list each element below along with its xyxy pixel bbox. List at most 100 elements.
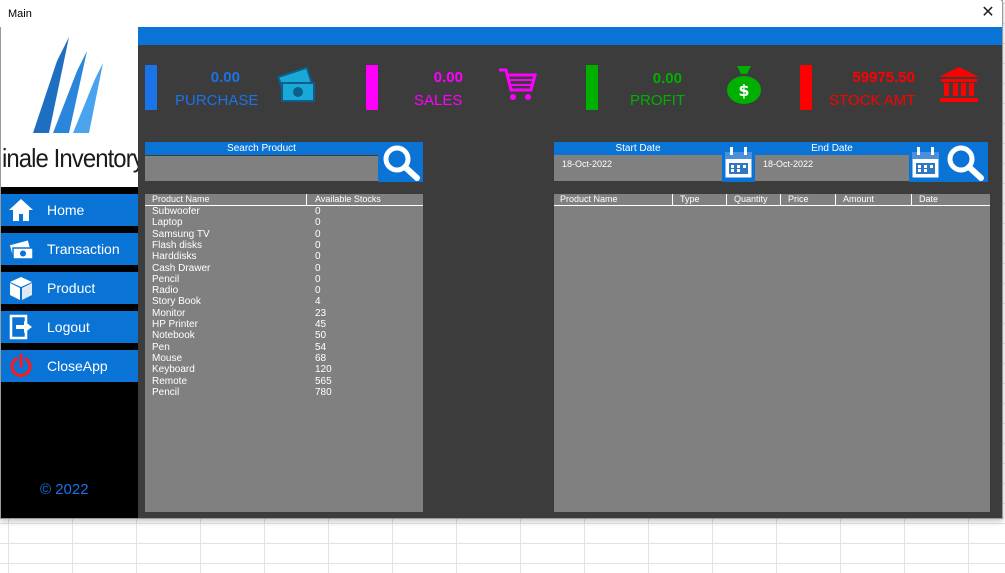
box-icon bbox=[10, 277, 32, 300]
column-header-product-name[interactable]: Product Name bbox=[152, 194, 210, 205]
table-row[interactable]: HP Printer 45 bbox=[145, 319, 423, 330]
stock-color-bar bbox=[800, 65, 812, 110]
available-stock-cell: 23 bbox=[315, 307, 327, 319]
sales-value: 0.00 bbox=[433, 69, 463, 86]
product-name-cell: Monitor bbox=[152, 307, 186, 319]
stock-amount-label: STOCK AMT bbox=[829, 92, 916, 109]
column-separator[interactable] bbox=[726, 194, 727, 205]
sidebar-item-home[interactable]: Home bbox=[1, 194, 138, 226]
stock-amount-value: 59975.50 bbox=[852, 69, 915, 86]
available-stock-cell: 780 bbox=[315, 386, 332, 398]
table-row[interactable]: Subwoofer 0 bbox=[145, 206, 423, 217]
date-search-button[interactable] bbox=[942, 142, 988, 182]
table-row[interactable]: Harddisks 0 bbox=[145, 251, 423, 262]
end-date-field[interactable]: 18-Oct-2022 bbox=[755, 155, 909, 181]
title-bar: Main ✕ bbox=[0, 0, 1001, 27]
available-stock-cell: 120 bbox=[315, 364, 332, 376]
available-stock-cell: 0 bbox=[315, 206, 321, 217]
column-separator[interactable] bbox=[780, 194, 781, 205]
logo-stripes-icon bbox=[33, 37, 103, 133]
product-list: Product Name Available Stocks Subwoofer 0… bbox=[145, 194, 423, 512]
svg-text:$: $ bbox=[738, 81, 749, 100]
table-row[interactable]: Story Book 4 bbox=[145, 296, 423, 307]
table-row[interactable]: Mouse 68 bbox=[145, 353, 423, 364]
sidebar-item-transaction[interactable]: Transaction bbox=[1, 233, 138, 265]
table-row[interactable]: Pencil 0 bbox=[145, 274, 423, 285]
search-input[interactable] bbox=[145, 156, 378, 181]
available-stock-cell: 0 bbox=[315, 217, 321, 229]
cart-icon bbox=[499, 68, 537, 100]
copyright-text: © 2022 bbox=[40, 481, 89, 498]
sidebar-item-logout[interactable]: Logout bbox=[1, 311, 138, 343]
column-separator[interactable] bbox=[306, 194, 307, 205]
table-row[interactable]: Pencil 780 bbox=[145, 387, 423, 398]
column-separator[interactable] bbox=[835, 194, 836, 205]
end-date-header: End Date bbox=[755, 142, 909, 155]
transaction-list: Product Name Type Quantity Price Amount … bbox=[554, 194, 990, 512]
sidebar-item-label: Product bbox=[47, 280, 96, 296]
start-date-value: 18-Oct-2022 bbox=[562, 159, 613, 169]
start-date-header: Start Date bbox=[554, 142, 722, 155]
product-list-header: Product Name Available Stocks bbox=[145, 194, 423, 206]
table-row[interactable]: Flash disks 0 bbox=[145, 240, 423, 251]
available-stock-cell: 0 bbox=[315, 251, 321, 263]
end-date-value: 18-Oct-2022 bbox=[763, 159, 814, 169]
calendar-icon bbox=[911, 147, 940, 179]
end-date-picker-button[interactable] bbox=[909, 142, 942, 182]
product-name-cell: Cash Drawer bbox=[152, 262, 211, 274]
search-icon bbox=[383, 145, 420, 181]
calendar-icon bbox=[724, 147, 753, 179]
column-header-date[interactable]: Date bbox=[919, 194, 938, 205]
available-stock-cell: 54 bbox=[315, 341, 327, 353]
column-header-price[interactable]: Price bbox=[788, 194, 809, 205]
table-row[interactable]: Keyboard 120 bbox=[145, 364, 423, 375]
table-row[interactable]: Pen 54 bbox=[145, 342, 423, 353]
table-row[interactable]: Radio 0 bbox=[145, 285, 423, 296]
home-icon bbox=[9, 199, 33, 221]
sidebar-item-product[interactable]: Product bbox=[1, 272, 138, 304]
product-name-cell: Radio bbox=[152, 285, 179, 297]
column-separator[interactable] bbox=[911, 194, 912, 205]
column-header-type[interactable]: Type bbox=[680, 194, 700, 205]
product-name-cell: Remote bbox=[152, 375, 188, 387]
available-stock-cell: 565 bbox=[315, 375, 332, 387]
available-stock-cell: 0 bbox=[315, 285, 321, 297]
column-header-amount[interactable]: Amount bbox=[843, 194, 874, 205]
bank-icon bbox=[939, 67, 979, 102]
start-date-field[interactable]: 18-Oct-2022 bbox=[554, 155, 722, 181]
available-stock-cell: 0 bbox=[315, 262, 321, 274]
start-date-picker-button[interactable] bbox=[722, 142, 755, 182]
top-bar bbox=[138, 27, 1002, 45]
product-name-cell: HP Printer bbox=[152, 319, 198, 330]
window-title: Main bbox=[8, 8, 32, 20]
table-row[interactable]: Samsung TV 0 bbox=[145, 229, 423, 240]
power-icon bbox=[10, 353, 32, 377]
sidebar-item-label: Logout bbox=[47, 319, 90, 335]
column-header-quantity[interactable]: Quantity bbox=[734, 194, 768, 205]
available-stock-cell: 0 bbox=[315, 273, 321, 285]
sidebar-item-label: Transaction bbox=[47, 241, 120, 257]
table-row[interactable]: Remote 565 bbox=[145, 376, 423, 387]
sidebar-item-closeapp[interactable]: CloseApp bbox=[1, 350, 138, 382]
product-name-cell: Samsung TV bbox=[152, 228, 210, 240]
purchase-label: PURCHASE bbox=[175, 92, 259, 109]
column-separator[interactable] bbox=[672, 194, 673, 205]
column-header-available-stocks[interactable]: Available Stocks bbox=[315, 194, 381, 205]
money-transfer-icon bbox=[8, 238, 34, 260]
product-name-cell: Pencil bbox=[152, 386, 180, 398]
table-row[interactable]: Monitor 23 bbox=[145, 308, 423, 319]
table-row[interactable]: Cash Drawer 0 bbox=[145, 263, 423, 274]
close-button[interactable]: ✕ bbox=[976, 3, 1000, 23]
sales-color-bar bbox=[366, 65, 378, 110]
money-bag-icon: $ bbox=[727, 66, 761, 104]
table-row[interactable]: Notebook 50 bbox=[145, 330, 423, 341]
available-stock-cell: 68 bbox=[315, 352, 327, 364]
product-name-cell: Story Book bbox=[152, 296, 201, 308]
table-row[interactable]: Laptop 0 bbox=[145, 217, 423, 228]
search-button[interactable] bbox=[378, 142, 423, 182]
product-name-cell: Pencil bbox=[152, 273, 180, 285]
product-name-cell: Pen bbox=[152, 341, 170, 353]
column-header-product-name[interactable]: Product Name bbox=[560, 194, 618, 205]
search-icon bbox=[947, 145, 984, 181]
transaction-list-header: Product Name Type Quantity Price Amount … bbox=[554, 194, 990, 206]
